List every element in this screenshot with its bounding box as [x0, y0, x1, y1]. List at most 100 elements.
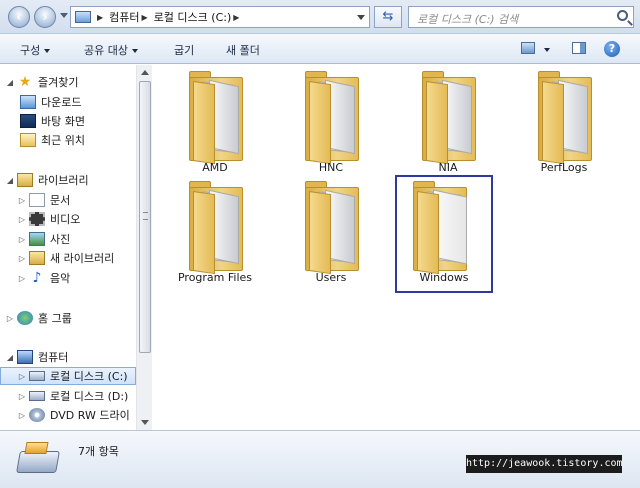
folder-name: HNC	[318, 161, 344, 174]
nav-local-disk-d[interactable]: ▷ 로컬 디스크 (D:)	[0, 387, 136, 405]
nav-favorites-label: 즐겨찾기	[38, 76, 79, 89]
expand-icon[interactable]: ▷	[18, 196, 26, 205]
recent-pages-dropdown[interactable]	[60, 13, 68, 18]
scroll-up-icon[interactable]	[141, 70, 149, 75]
music-note-icon: ♪	[32, 270, 42, 286]
chevron-right-icon[interactable]: ▶	[97, 13, 103, 22]
scroll-thumb[interactable]	[139, 81, 151, 353]
documents-icon	[29, 193, 45, 207]
nav-dvd-label: DVD RW 드라이	[50, 409, 130, 422]
nav-desktop[interactable]: 바탕 화면	[0, 112, 136, 130]
collapse-icon[interactable]: ◢	[6, 176, 14, 185]
nav-recent[interactable]: 최근 위치	[0, 131, 136, 149]
chevron-down-icon	[44, 49, 51, 53]
folder-item[interactable]: NIA	[400, 65, 496, 174]
nav-pictures-label: 사진	[50, 233, 71, 246]
homegroup-icon	[17, 311, 33, 325]
folder-item-highlighted[interactable]: Windows	[395, 175, 493, 293]
scroll-down-icon[interactable]	[141, 420, 149, 425]
item-count: 7개 항목	[78, 445, 119, 458]
file-list: AMD HNC NIA PerfLogs Program Files Users…	[153, 65, 640, 430]
help-icon[interactable]: ?	[604, 41, 620, 57]
new-folder-button[interactable]: 새 폴더	[226, 42, 260, 58]
nav-libraries-label: 라이브러리	[38, 174, 89, 187]
folder-item[interactable]: PerfLogs	[516, 65, 612, 174]
nav-desktop-label: 바탕 화면	[41, 115, 85, 128]
forward-button[interactable]: ›	[34, 6, 56, 28]
nav-scrollbar[interactable]	[136, 65, 152, 430]
nav-downloads-label: 다운로드	[41, 96, 82, 109]
folder-name: NIA	[438, 161, 458, 174]
nav-music-label: 음악	[50, 272, 71, 285]
folder-name: Users	[315, 271, 347, 284]
expand-icon[interactable]: ▷	[18, 274, 26, 283]
drive-icon	[29, 391, 45, 401]
nav-local-disk-c[interactable]: ▷ 로컬 디스크 (C:)	[0, 367, 136, 385]
expand-icon[interactable]: ▷	[18, 372, 26, 381]
folder-item[interactable]: HNC	[283, 65, 379, 174]
search-input[interactable]: 로컬 디스크 (C:) 검색	[408, 6, 634, 28]
view-options-icon[interactable]	[521, 42, 535, 54]
nav-videos[interactable]: ▷ 비디오	[0, 210, 136, 228]
folder-icon	[189, 71, 243, 165]
breadcrumb-computer[interactable]: 컴퓨터	[109, 9, 139, 25]
nav-libraries[interactable]: ◢ 라이브러리	[0, 171, 136, 189]
nav-computer[interactable]: ◢ 컴퓨터	[0, 348, 136, 366]
expand-icon[interactable]: ▷	[18, 215, 26, 224]
chevron-right-icon[interactable]: ▶	[233, 13, 239, 22]
dvd-icon	[29, 408, 45, 422]
nav-local-disk-d-label: 로컬 디스크 (D:)	[50, 390, 129, 403]
nav-videos-label: 비디오	[50, 213, 81, 226]
nav-homegroup-label: 홈 그룹	[38, 312, 72, 325]
search-icon	[617, 10, 628, 21]
watermark: http://jeawook.tistory.com	[466, 455, 623, 473]
folder-item[interactable]: Users	[283, 175, 379, 284]
refresh-button[interactable]: ⇆	[374, 6, 402, 28]
burn-button[interactable]: 굽기	[174, 42, 194, 58]
share-with-button[interactable]: 공유 대상	[84, 42, 138, 58]
videos-icon	[29, 212, 45, 226]
organize-button[interactable]: 구성	[20, 42, 51, 58]
drive-icon	[16, 451, 60, 473]
folder-item[interactable]: Program Files	[167, 175, 263, 284]
folder-name: AMD	[202, 161, 228, 174]
star-icon: ★	[18, 74, 32, 90]
navigation-pane: ◢ ★ 즐겨찾기 다운로드 바탕 화면 최근 위치 ◢ 라이브러리 ▷ 문서 ▷ 비디오 …	[0, 65, 136, 430]
computer-icon	[17, 350, 33, 364]
preview-pane-icon[interactable]	[572, 42, 586, 54]
view-dropdown-icon[interactable]	[544, 48, 550, 52]
command-bar: 구성 공유 대상 굽기 새 폴더 ?	[0, 34, 640, 64]
chevron-right-icon[interactable]: ▶	[142, 13, 148, 22]
folder-name: Program Files	[177, 271, 253, 284]
nav-local-disk-c-label: 로컬 디스크 (C:)	[50, 370, 128, 383]
folder-item[interactable]: AMD	[167, 65, 263, 174]
drive-icon	[29, 371, 45, 381]
folder-icon	[305, 71, 359, 165]
nav-downloads[interactable]: 다운로드	[0, 93, 136, 111]
collapse-icon[interactable]: ◢	[6, 78, 14, 87]
nav-dvd-drive[interactable]: ▷ DVD RW 드라이	[0, 406, 136, 424]
back-button[interactable]: ‹	[8, 6, 30, 28]
nav-music[interactable]: ▷ ♪ 음악	[0, 269, 136, 287]
address-row: ‹ › ▶ 컴퓨터 ▶ 로컬 디스크 (C:) ▶ ⇆ 로컬 디스크 (C:) …	[0, 0, 640, 34]
burn-label: 굽기	[174, 44, 195, 57]
expand-icon[interactable]: ▷	[18, 254, 26, 263]
new-folder-label: 새 폴더	[226, 44, 260, 57]
nav-documents[interactable]: ▷ 문서	[0, 191, 136, 209]
nav-pictures[interactable]: ▷ 사진	[0, 230, 136, 248]
organize-label: 구성	[20, 44, 41, 57]
expand-icon[interactable]: ▷	[18, 392, 26, 401]
nav-recent-label: 최근 위치	[41, 134, 85, 147]
nav-new-library[interactable]: ▷ 새 라이브러리	[0, 249, 136, 267]
expand-icon[interactable]: ▷	[18, 235, 26, 244]
address-bar[interactable]: ▶ 컴퓨터 ▶ 로컬 디스크 (C:) ▶	[70, 6, 370, 28]
expand-icon[interactable]: ▷	[18, 411, 26, 420]
nav-homegroup[interactable]: ▷ 홈 그룹	[0, 309, 136, 327]
folder-name: Windows	[419, 271, 469, 284]
chevron-down-icon	[131, 49, 138, 53]
nav-favorites[interactable]: ◢ ★ 즐겨찾기	[0, 73, 136, 91]
expand-icon[interactable]: ▷	[6, 314, 14, 323]
breadcrumb-local-disk-c[interactable]: 로컬 디스크 (C:)	[154, 9, 232, 25]
collapse-icon[interactable]: ◢	[6, 353, 14, 362]
address-dropdown-icon[interactable]	[357, 15, 365, 20]
